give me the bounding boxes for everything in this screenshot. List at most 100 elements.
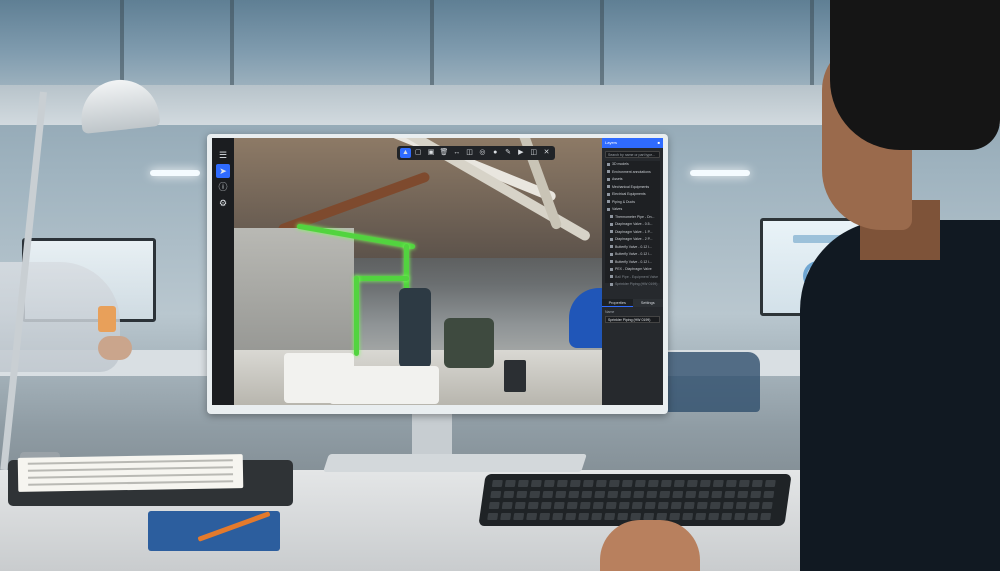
trash-bin bbox=[504, 360, 526, 392]
person-hair bbox=[830, 0, 1000, 150]
close-icon[interactable]: ✕ bbox=[541, 148, 552, 158]
play-icon[interactable]: ▶ bbox=[515, 148, 526, 158]
close-icon[interactable]: ■ bbox=[658, 138, 660, 148]
keyboard-key bbox=[504, 480, 516, 487]
3d-viewport[interactable]: ▲ ▢ ▣ 🗑 ↔ ◫ ◎ ● ✎ ▶ ◫ ✕ bbox=[234, 138, 602, 405]
pipe-icon bbox=[610, 267, 613, 271]
cube-icon[interactable]: ◫ bbox=[464, 148, 475, 158]
tree-item-label: Ball Pipe - Equipment Valve bbox=[615, 274, 659, 279]
tree-item[interactable]: PEX - Diaphragm Valve bbox=[605, 266, 660, 274]
equipment-machine bbox=[329, 366, 439, 404]
pencil-icon[interactable]: ✎ bbox=[503, 148, 514, 158]
measure-icon[interactable]: ↔ bbox=[451, 148, 462, 158]
window-icon[interactable]: ▢ bbox=[413, 148, 424, 158]
keyboard-key bbox=[578, 513, 590, 520]
tree-item[interactable]: Valves bbox=[605, 206, 660, 214]
keyboard-key bbox=[673, 480, 685, 487]
keyboard-key bbox=[712, 480, 724, 487]
tree-item-label: Butterfly Valve - 0.12 l... bbox=[615, 259, 652, 264]
keyboard-key bbox=[721, 513, 733, 520]
tree-item-label: 3D models bbox=[612, 162, 629, 166]
tab-properties[interactable]: Properties bbox=[602, 299, 633, 307]
tree-item[interactable]: Mechanical Equipments bbox=[605, 184, 660, 192]
target-icon[interactable]: ◎ bbox=[477, 148, 488, 158]
tree-item[interactable]: Diaphragm Valve - 0.5... bbox=[605, 221, 660, 229]
tree-item[interactable]: Butterfly Valve - 0.12 l... bbox=[605, 251, 660, 259]
tree-item-label: Assets bbox=[612, 177, 623, 181]
tree-item[interactable]: Ball Pipe - Equipment Valve bbox=[605, 274, 660, 282]
keyboard-key bbox=[686, 480, 698, 487]
folder-icon bbox=[607, 170, 610, 174]
info-icon[interactable]: ⓘ bbox=[216, 180, 230, 194]
property-label: Name bbox=[605, 310, 615, 314]
keyboard-key bbox=[659, 491, 671, 498]
layers-panel: Layers ■ Search by name or part type... … bbox=[602, 138, 663, 405]
keyboard bbox=[478, 474, 792, 526]
pipe-icon bbox=[610, 260, 613, 264]
keyboard-key bbox=[516, 491, 528, 498]
highlighted-pipe[interactable] bbox=[354, 276, 359, 356]
tree-item-label: Diaphragm Valve - 0.5... bbox=[615, 222, 653, 226]
keyboard-key bbox=[582, 480, 594, 487]
keyboard-key bbox=[553, 502, 565, 509]
keyboard-key bbox=[660, 480, 672, 487]
tree-item[interactable]: Thermometer Pipe - Dn... bbox=[605, 214, 660, 222]
keyboard-key bbox=[709, 502, 721, 509]
keyboard-key bbox=[631, 502, 643, 509]
keyboard-key bbox=[513, 513, 525, 520]
pin-icon[interactable]: ● bbox=[490, 148, 501, 158]
cursor-icon[interactable]: ➤ bbox=[216, 164, 230, 178]
trash-icon[interactable]: 🗑 bbox=[438, 148, 449, 158]
tree-item[interactable]: Piping & Ducts bbox=[605, 199, 660, 207]
search-input[interactable]: Search by name or part type... bbox=[605, 151, 660, 158]
tree-item[interactable]: Assets bbox=[605, 176, 660, 184]
person-shirt bbox=[800, 220, 1000, 571]
keyboard-key bbox=[682, 513, 694, 520]
pipe-icon bbox=[610, 237, 613, 241]
keyboard-key bbox=[608, 480, 620, 487]
tab-settings[interactable]: Settings bbox=[632, 299, 663, 307]
property-value-field[interactable]: Sprinkler Piping (HW 0199) bbox=[605, 316, 660, 323]
keyboard-key bbox=[644, 502, 656, 509]
keyboard-key bbox=[748, 502, 760, 509]
background-hand bbox=[98, 336, 132, 360]
tree-item[interactable]: Butterfly Valve - 0.12 l... bbox=[605, 259, 660, 267]
keyboard-key bbox=[699, 480, 711, 487]
folder-icon bbox=[607, 162, 610, 166]
tree-item-label: Butterfly Valve - 0.12 l... bbox=[615, 244, 652, 249]
tree-item-label: Electrical Equipments bbox=[612, 192, 646, 196]
highlighted-pipe[interactable] bbox=[354, 276, 409, 281]
tree-item[interactable]: Environment annotations bbox=[605, 169, 660, 177]
tree-item[interactable]: Electrical Equipments bbox=[605, 191, 660, 199]
tree-item[interactable]: Sprinkler Piping (HW 0199) bbox=[605, 281, 660, 289]
keyboard-key bbox=[633, 491, 645, 498]
box-icon[interactable]: ▣ bbox=[426, 148, 437, 158]
keyboard-key bbox=[630, 513, 642, 520]
keyboard-key bbox=[643, 513, 655, 520]
select-icon[interactable]: ▲ bbox=[400, 148, 411, 158]
tree-item[interactable]: 3D models bbox=[605, 161, 660, 169]
keyboard-key bbox=[617, 513, 629, 520]
keyboard-key bbox=[698, 491, 710, 498]
tree-item-label: Sprinkler Piping (HW 0199) bbox=[615, 282, 658, 286]
keyboard-key bbox=[517, 480, 529, 487]
folder-icon bbox=[607, 200, 610, 204]
tree-item[interactable]: Diaphragm Valve - 1 P... bbox=[605, 229, 660, 237]
split-icon[interactable]: ◫ bbox=[528, 148, 539, 158]
paper-document bbox=[17, 454, 244, 492]
panel-tabs: Properties Settings bbox=[602, 299, 663, 307]
tree-item[interactable]: Diaphragm Valve - 2 P... bbox=[605, 236, 660, 244]
equipment-tank bbox=[399, 288, 431, 368]
keyboard-key bbox=[514, 502, 526, 509]
keyboard-key bbox=[552, 513, 564, 520]
tree-item[interactable]: Butterfly Valve - 0.12 l... bbox=[605, 244, 660, 252]
pipe-icon bbox=[610, 215, 613, 219]
keyboard-key bbox=[669, 513, 681, 520]
settings-icon[interactable]: ⚙ bbox=[216, 196, 230, 210]
left-rail: ☰ ➤ ⓘ ⚙ bbox=[212, 138, 234, 405]
layers-icon[interactable]: ☰ bbox=[216, 148, 230, 162]
keyboard-key bbox=[592, 502, 604, 509]
keyboard-key bbox=[605, 502, 617, 509]
keyboard-key bbox=[604, 513, 616, 520]
keyboard-key bbox=[747, 513, 759, 520]
